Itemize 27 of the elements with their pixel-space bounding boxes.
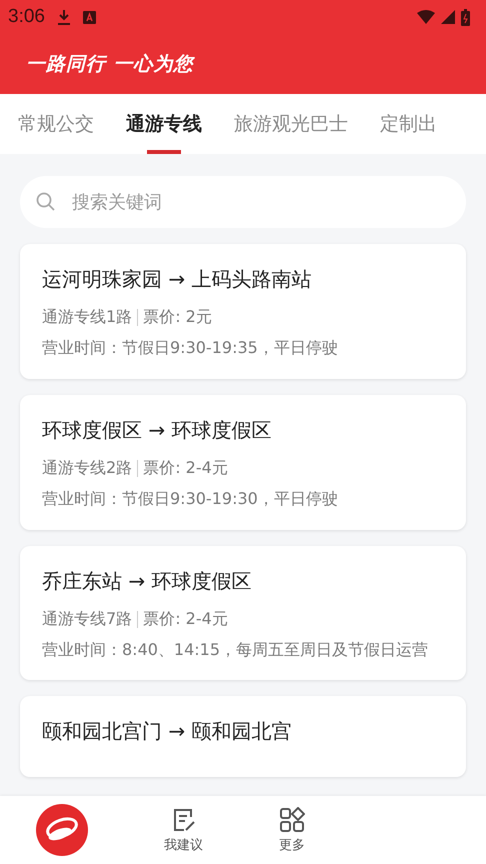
route-fare: 票价: 2-4元: [143, 608, 228, 630]
nav-item[interactable]: 更多: [279, 836, 305, 854]
wifi-icon: [417, 10, 435, 24]
route-line: 通游专线1路: [42, 307, 132, 328]
search-field[interactable]: 搜索关键词: [20, 176, 466, 228]
download-icon: [56, 9, 71, 25]
slogan: 一路同行 一心为您: [26, 52, 194, 77]
route-title: 环球度假区 → 环球度假区: [42, 416, 272, 444]
route-line: 通游专线7路: [42, 608, 132, 630]
signal-icon: [441, 10, 455, 24]
status-time: 3:06: [8, 6, 45, 28]
route-fare: 票价: 2-4元: [143, 458, 228, 479]
search-icon: [36, 192, 56, 212]
route-hours: 营业时间：节假日9:30-19:30，平日停驶: [42, 488, 339, 510]
route-fare: 票价: 2元: [143, 307, 212, 328]
route-hours: 营业时间：节假日9:30-19:35，平日停驶: [42, 337, 339, 359]
route-title: 颐和园北宫门 → 颐和园北宫: [42, 718, 292, 746]
tab[interactable]: 通游专线: [126, 94, 202, 154]
app-notification-icon: [82, 10, 96, 24]
logo-icon[interactable]: [36, 804, 88, 856]
nav-item[interactable]: 我建议: [164, 836, 203, 854]
grid-icon: [279, 806, 305, 832]
route-line: 通游专线2路: [42, 458, 132, 479]
route-title: 运河明珠家园 → 上码头路南站: [42, 266, 312, 293]
route-title: 乔庄东站 → 环球度假区: [42, 568, 252, 595]
battery-icon: [461, 8, 470, 26]
route-hours: 营业时间：8:40、14:15，每周五至周日及节假日运营: [42, 638, 430, 661]
